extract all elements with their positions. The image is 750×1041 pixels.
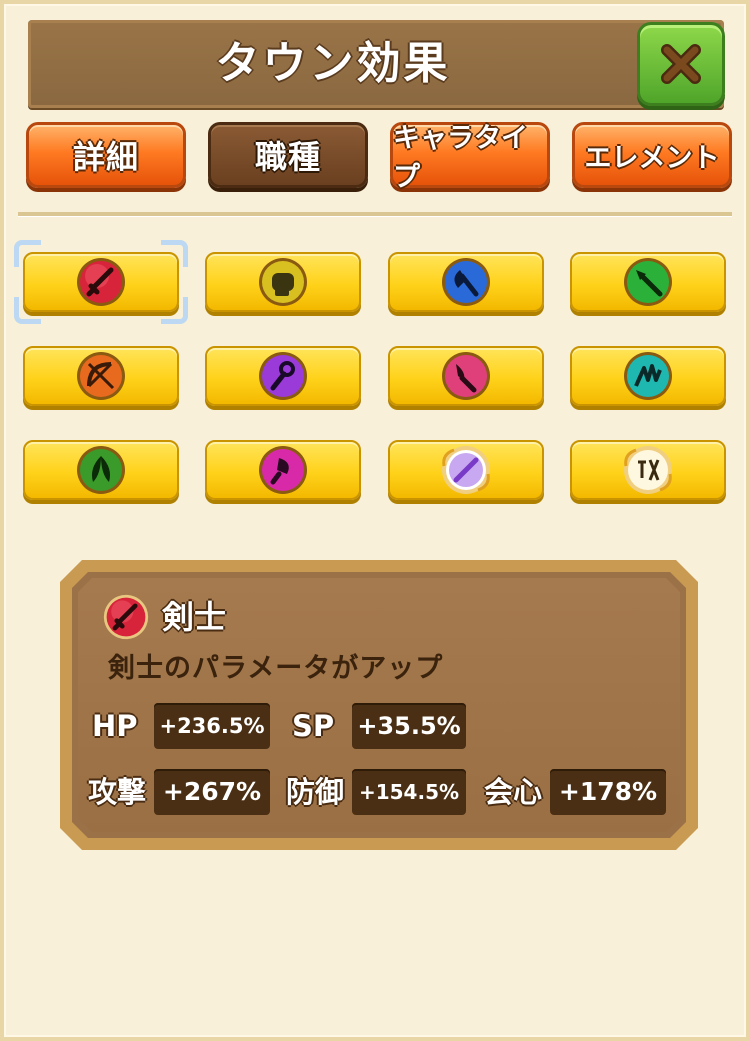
job-button-special-sword[interactable]	[388, 440, 544, 500]
fist-icon	[259, 258, 307, 306]
stat-value-critical: +178%	[550, 769, 666, 815]
stat-label-hp: HP	[92, 709, 138, 743]
job-button-leaf[interactable]	[23, 440, 179, 500]
job-button-staff[interactable]	[205, 346, 361, 406]
job-name: 剣士	[162, 598, 227, 636]
stat-label-critical: 会心	[484, 775, 543, 809]
stat-value-defense: +154.5%	[352, 769, 466, 815]
stat-value-attack: +267%	[154, 769, 270, 815]
sword-icon	[103, 594, 149, 640]
close-x-icon	[661, 44, 701, 84]
special-sword-badge-icon	[442, 446, 490, 494]
stat-value-sp: +35.5%	[352, 703, 466, 749]
job-button-fist[interactable]	[205, 252, 361, 312]
job-description: 剣士のパラメータがアップ	[108, 653, 444, 684]
job-button-bow[interactable]	[23, 346, 179, 406]
divider	[18, 212, 732, 217]
job-button-dagger[interactable]	[388, 346, 544, 406]
job-button-spear[interactable]	[570, 252, 726, 312]
sword-icon	[77, 258, 125, 306]
secret-badge-icon	[624, 446, 672, 494]
job-button-sword[interactable]	[23, 252, 179, 312]
job-button-secret[interactable]	[570, 440, 726, 500]
job-button-wand[interactable]	[205, 440, 361, 500]
tab-details[interactable]: 詳細	[26, 122, 186, 188]
close-button[interactable]	[637, 22, 725, 106]
job-button-axe[interactable]	[388, 252, 544, 312]
tab-job-type[interactable]: 職種	[208, 122, 368, 188]
leaf-icon	[77, 446, 125, 494]
wand-icon	[259, 446, 307, 494]
tab-character-type[interactable]: キャラタイプ	[390, 122, 550, 193]
stat-value-hp: +236.5%	[154, 703, 270, 749]
stat-label-sp: SP	[292, 709, 335, 743]
spear-icon	[624, 258, 672, 306]
tab-element[interactable]: エレメント	[572, 122, 732, 188]
title-bar: タウン効果	[28, 20, 724, 108]
dagger-icon	[442, 352, 490, 400]
bow-icon	[77, 352, 125, 400]
axe-icon	[442, 258, 490, 306]
page-title: タウン効果	[215, 38, 451, 89]
claw-icon	[624, 352, 672, 400]
stat-label-attack: 攻撃	[88, 775, 147, 809]
job-button-claw[interactable]	[570, 346, 726, 406]
stat-label-defense: 防御	[286, 775, 345, 809]
staff-icon	[259, 352, 307, 400]
